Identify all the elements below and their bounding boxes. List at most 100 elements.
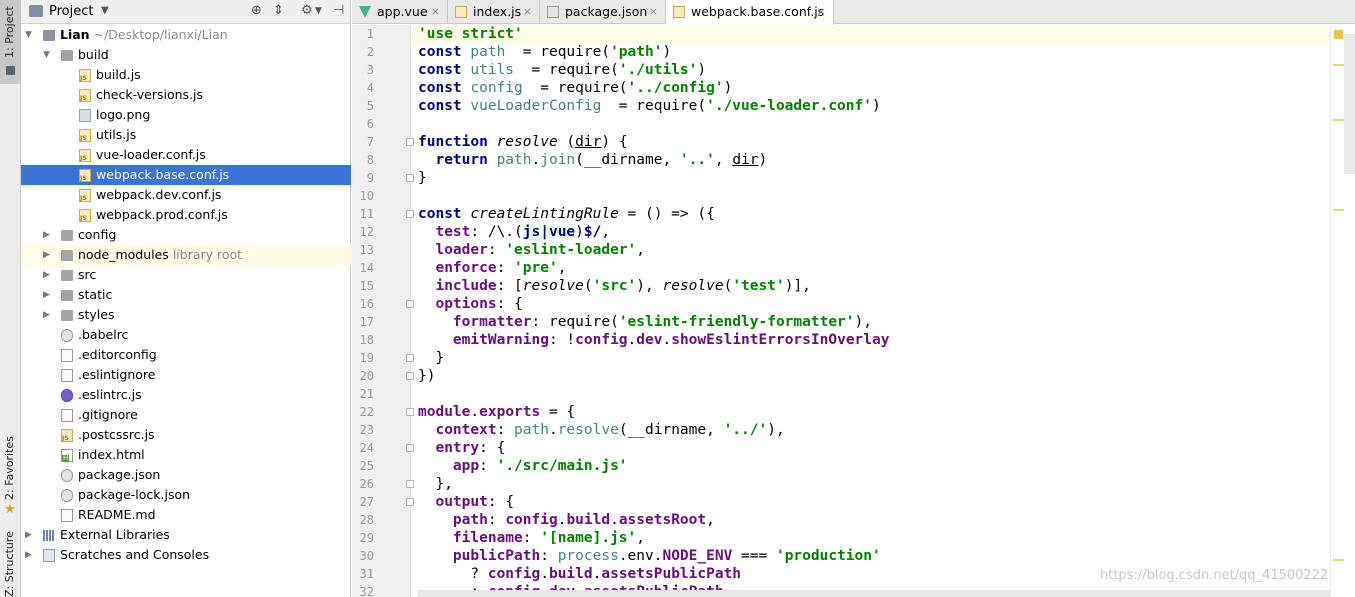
project-panel: Project ▼ ⊕ ⇕ ⚙ ▼ ⊣ ▼ Lian ~/Desktop/lianx… [21, 0, 351, 597]
code-token: const [418, 206, 471, 222]
editor-tab[interactable]: index.js × [448, 0, 540, 24]
gear-menu-arrow-icon[interactable]: ▼ [315, 6, 322, 16]
line-number: 23 [359, 423, 374, 437]
code-token: const [418, 98, 471, 114]
tree-item[interactable]: .editorconfig [21, 345, 351, 365]
code-token: : { [479, 440, 506, 456]
tree-item[interactable]: .babelrc [21, 325, 351, 345]
gear-icon [61, 489, 73, 502]
code-token: $/ [583, 224, 602, 240]
tree-item[interactable]: build.js [21, 65, 351, 85]
code-token: function [418, 134, 497, 150]
close-icon[interactable]: × [817, 0, 826, 24]
code-token: ) [723, 80, 733, 96]
code-token: './src/main.js' [496, 458, 628, 474]
tree-item[interactable]: index.html [21, 445, 351, 465]
tree-item-label: package.json [78, 467, 161, 482]
lib-icon [43, 530, 55, 541]
error-stripe-mark[interactable] [1333, 64, 1344, 66]
chevron-down-icon[interactable]: ▼ [25, 25, 35, 45]
chevron-right-icon[interactable]: ▶ [43, 285, 53, 305]
collapse-all-icon[interactable]: ⇕ [273, 3, 284, 18]
code-editor[interactable]: 'use strict' const path = require('path')… [412, 25, 1330, 597]
tree-item[interactable]: ▶ styles [21, 305, 351, 325]
project-view-selector[interactable]: Project [49, 4, 93, 19]
gear-icon[interactable]: ⚙ [301, 3, 313, 18]
horizontal-scrollbar[interactable] [418, 590, 1330, 597]
favorites-tool-tab[interactable]: 2: Favorites ★ [0, 436, 21, 520]
code-token: . [548, 422, 558, 438]
editor-tab[interactable]: app.vue × [352, 0, 448, 24]
tree-item[interactable]: package.json [21, 465, 351, 485]
code-token: . [627, 332, 637, 348]
close-icon[interactable]: × [649, 0, 658, 24]
structure-tool-tab[interactable]: Z: Structure [0, 531, 21, 597]
code-token: : [479, 458, 497, 474]
tree-item[interactable]: utils.js [21, 125, 351, 145]
project-tool-tab[interactable]: 1: Project [0, 0, 21, 84]
tree-item-label: .eslintignore [78, 367, 156, 382]
tree-item[interactable]: ▶ config [21, 225, 351, 245]
database-tool-tab[interactable] [1344, 34, 1355, 174]
tree-item[interactable]: ▶ External Libraries [21, 525, 351, 545]
tree-item[interactable]: ▶ Scratches and Consoles [21, 545, 351, 565]
code-token: test [435, 224, 471, 240]
tree-item-label: styles [78, 307, 115, 322]
tree-item[interactable]: webpack.prod.conf.js [21, 205, 351, 225]
chevron-down-icon[interactable]: ▼ [101, 5, 109, 16]
tree-item[interactable]: .postcssrc.js [21, 425, 351, 445]
editor-tab[interactable]: package.json × [540, 0, 666, 24]
close-icon[interactable]: × [431, 0, 440, 24]
chevron-right-icon[interactable]: ▶ [25, 545, 35, 565]
close-icon[interactable]: × [523, 0, 532, 24]
code-token: dir [732, 152, 759, 168]
current-line-highlight [412, 25, 1330, 43]
tree-item[interactable]: ▼ build [21, 45, 351, 65]
tree-item[interactable]: package-lock.json [21, 485, 351, 505]
code-line: const config = require('../config') [418, 79, 732, 97]
code-line: } [418, 169, 427, 187]
js-icon [79, 129, 91, 142]
tree-item[interactable]: .gitignore [21, 405, 351, 425]
hide-panel-icon[interactable]: ⊣ [333, 3, 344, 18]
chevron-right-icon[interactable]: ▶ [43, 245, 53, 265]
line-number: 22 [359, 405, 374, 419]
chevron-right-icon[interactable]: ▶ [43, 225, 53, 245]
structure-tool-tab-label: Z: Structure [3, 531, 16, 597]
editor-tab-label: webpack.base.conf.js [691, 4, 825, 19]
code-token: (__dirname, [575, 152, 680, 168]
error-stripe-mark[interactable] [1333, 559, 1344, 561]
code-token: ) { [601, 134, 628, 150]
editor-tab[interactable]: webpack.base.conf.js × [666, 0, 834, 25]
tree-item[interactable]: vue-loader.conf.js [21, 145, 351, 165]
chevron-right-icon[interactable]: ▶ [25, 525, 35, 545]
chevron-right-icon[interactable]: ▶ [43, 265, 53, 285]
code-line: formatter: require('eslint-friendly-form… [418, 313, 872, 331]
code-token: ( [557, 134, 576, 150]
tree-item[interactable]: ▶ src [21, 265, 351, 285]
tree-item[interactable]: README.md [21, 505, 351, 525]
tree-item-label: .eslintrc.js [78, 387, 142, 402]
folder-icon [61, 310, 73, 321]
chevron-right-icon[interactable]: ▶ [43, 305, 53, 325]
tree-item[interactable]: webpack.base.conf.js [21, 165, 351, 185]
code-token: const [418, 62, 471, 78]
error-stripe-mark[interactable] [1333, 209, 1344, 211]
tree-item[interactable]: ▼ Lian ~/Desktop/lianxi/Lian [21, 25, 351, 45]
tree-item[interactable]: webpack.dev.conf.js [21, 185, 351, 205]
locate-icon[interactable]: ⊕ [251, 3, 262, 18]
code-token: '[name].js' [540, 530, 637, 546]
line-number: 24 [359, 441, 374, 455]
tree-item[interactable]: .eslintrc.js [21, 385, 351, 405]
tree-item[interactable]: ▶ node_modules library root [21, 245, 351, 265]
inspection-status-icon[interactable] [1334, 30, 1343, 39]
code-token: utils [470, 62, 515, 78]
tree-item[interactable]: .eslintignore [21, 365, 351, 385]
tree-item[interactable]: check-versions.js [21, 85, 351, 105]
error-stripe-mark[interactable] [1333, 119, 1344, 121]
chevron-down-icon[interactable]: ▼ [43, 45, 53, 65]
project-panel-header: Project ▼ ⊕ ⇕ ⚙ ▼ ⊣ [21, 0, 350, 24]
tree-item[interactable]: logo.png [21, 105, 351, 125]
tree-item[interactable]: ▶ static [21, 285, 351, 305]
